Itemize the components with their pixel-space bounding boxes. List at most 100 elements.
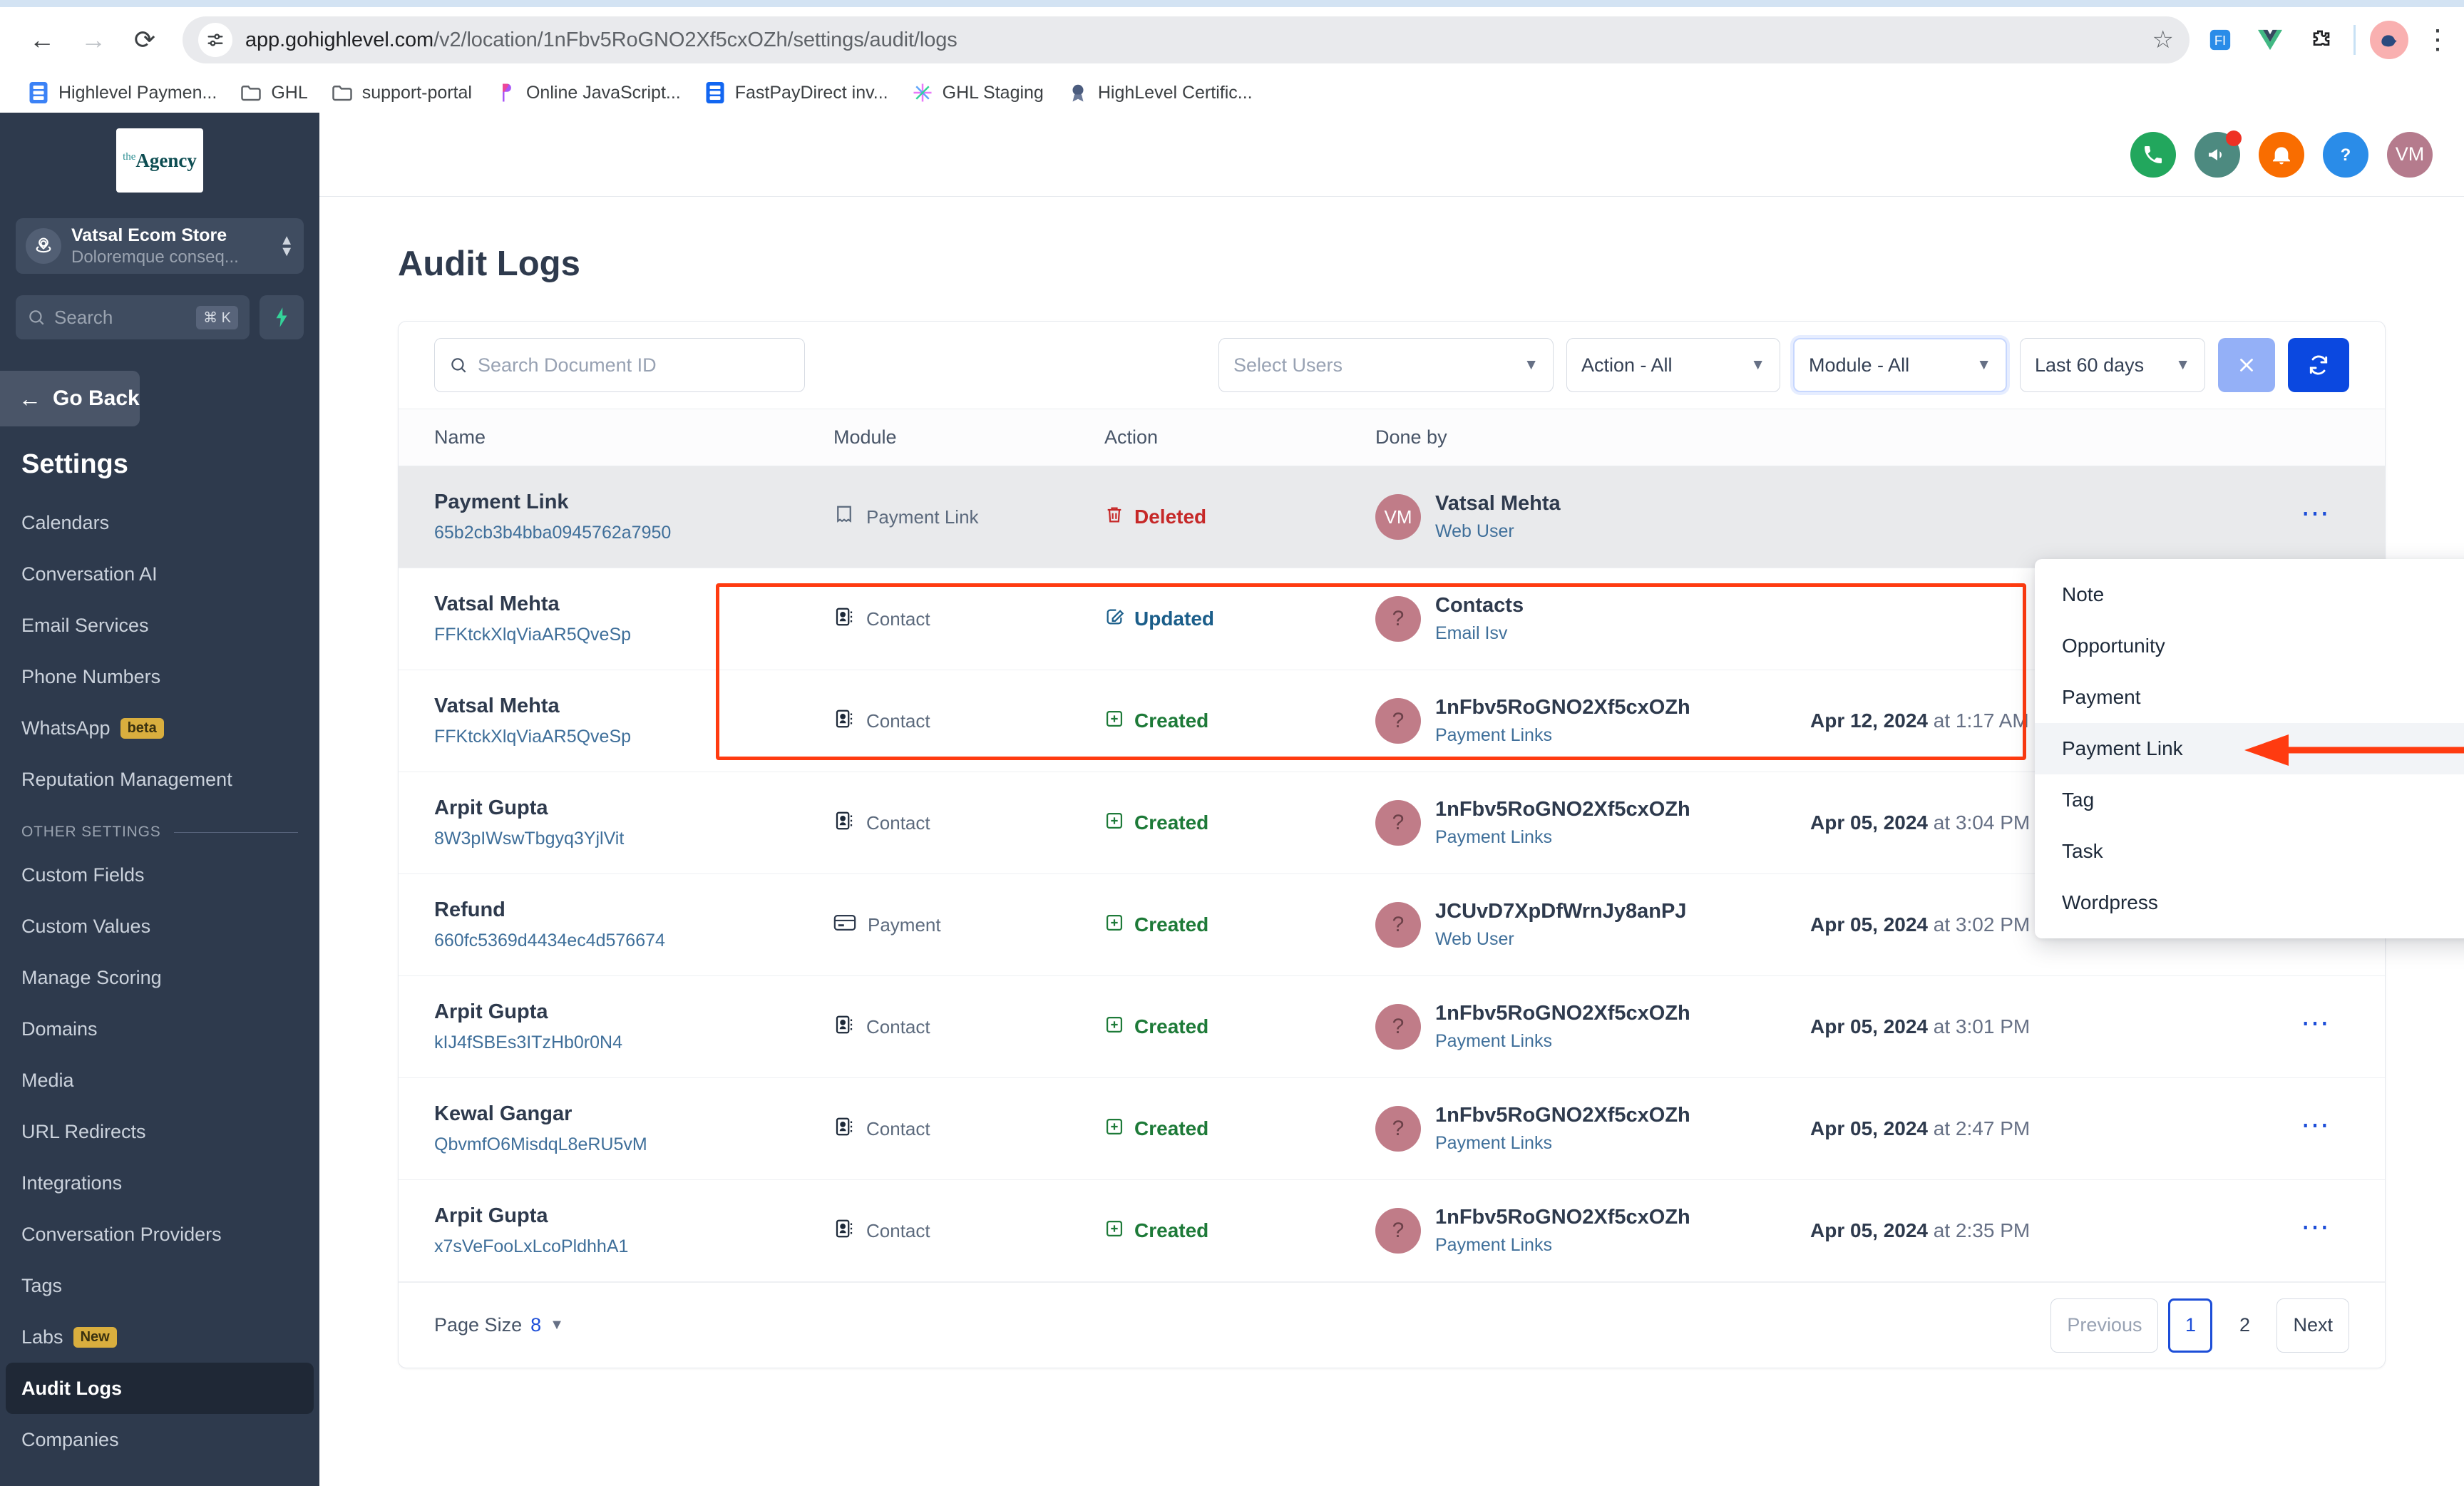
row-document-id[interactable]: FFKtckXlqViaAR5QveSp <box>434 727 833 747</box>
cell-module: Payment Link <box>833 466 1104 568</box>
chrome-profile-avatar[interactable] <box>2370 21 2408 59</box>
sidebar-item-calendars[interactable]: Calendars <box>0 497 319 548</box>
table-row[interactable]: Payment Link 65b2cb3b4bba0945762a7950 Paym… <box>399 466 2385 568</box>
figma-extension-icon[interactable]: FI <box>2201 21 2239 59</box>
previous-page-button[interactable]: Previous <box>2050 1298 2159 1353</box>
select-module-value: Module - All <box>1809 354 1910 376</box>
next-page-button[interactable]: Next <box>2276 1298 2349 1353</box>
sidebar-search-input[interactable]: Search ⌘ K <box>16 295 250 339</box>
table-row[interactable]: Arpit Gupta x7sVeFooLxLcoPldhhA1 Contact Cr… <box>399 1179 2385 1282</box>
page-number-2[interactable]: 2 <box>2222 1298 2267 1353</box>
search-document-id-input[interactable]: Search Document ID <box>434 338 805 392</box>
user-avatar[interactable]: VM <box>2387 131 2433 178</box>
bookmark-item[interactable]: HighLevel Certific... <box>1057 77 1263 108</box>
sidebar-item-manage-scoring[interactable]: Manage Scoring <box>0 952 319 1003</box>
bell-icon[interactable] <box>2259 131 2304 178</box>
help-icon[interactable]: ? <box>2323 131 2368 178</box>
row-document-id[interactable]: 65b2cb3b4bba0945762a7950 <box>434 523 833 543</box>
new-badge: New <box>73 1326 117 1348</box>
sidebar-item-conversation-ai[interactable]: Conversation AI <box>0 548 319 600</box>
sidebar-item-labs[interactable]: Labs New <box>0 1311 319 1363</box>
avatar: VM <box>1375 494 1421 540</box>
dropdown-option-task[interactable]: Task <box>2035 826 2464 877</box>
sidebar-item-url-redirects[interactable]: URL Redirects <box>0 1106 319 1157</box>
sidebar-item-companies[interactable]: Companies <box>0 1414 319 1465</box>
column-header-actions <box>2278 409 2385 466</box>
cell-module: Contact <box>833 975 1104 1078</box>
sidebar-item-domains[interactable]: Domains <box>0 1003 319 1055</box>
row-done-by-role: Payment Links <box>1435 1031 1552 1051</box>
bookmark-item[interactable]: GHL Staging <box>901 77 1054 108</box>
page-number-1[interactable]: 1 <box>2168 1298 2213 1353</box>
row-action-label: Created <box>1134 1219 1209 1241</box>
section-divider <box>173 831 298 833</box>
sidebar-item-email-services[interactable]: Email Services <box>0 600 319 651</box>
select-date-value: Last 60 days <box>2035 354 2145 376</box>
row-menu-icon[interactable]: ⋯ <box>2301 1008 2331 1039</box>
sidebar-item-conversation-providers[interactable]: Conversation Providers <box>0 1209 319 1260</box>
chevron-down-icon: ▼ <box>1750 357 1765 373</box>
extensions-puzzle-icon[interactable] <box>2301 21 2339 59</box>
dropdown-option-wordpress[interactable]: Wordpress <box>2035 877 2464 928</box>
cell-module: Contact <box>833 568 1104 670</box>
dropdown-option-tag[interactable]: Tag <box>2035 774 2464 826</box>
forward-arrow-icon[interactable]: → <box>70 16 117 63</box>
vue-extension-icon[interactable] <box>2251 21 2289 59</box>
sidebar-item-media[interactable]: Media <box>0 1055 319 1106</box>
reload-icon[interactable]: ⟳ <box>121 16 168 63</box>
refresh-button[interactable] <box>2288 338 2349 392</box>
page-size-selector[interactable]: Page Size 8 ▼ <box>434 1314 564 1336</box>
cell-name: Kewal Gangar QbvmfO6MisdqL8eRU5vM <box>399 1077 833 1180</box>
row-document-id[interactable]: x7sVeFooLxLcoPldhhA1 <box>434 1236 833 1257</box>
table-row[interactable]: Kewal Gangar QbvmfO6MisdqL8eRU5vM Contact C… <box>399 1077 2385 1180</box>
sidebar-item-integrations[interactable]: Integrations <box>0 1157 319 1209</box>
sidebar-item-custom-fields[interactable]: Custom Fields <box>0 849 319 901</box>
row-menu-icon[interactable]: ⋯ <box>2301 1110 2331 1141</box>
bookmark-item[interactable]: Online JavaScript... <box>485 77 691 108</box>
phone-icon[interactable] <box>2130 131 2176 178</box>
select-action-dropdown[interactable]: Action - All ▼ <box>1566 338 1780 392</box>
dropdown-option-note[interactable]: Note <box>2035 569 2464 620</box>
bookmark-item[interactable]: support-portal <box>321 77 482 108</box>
browser-menu-icon[interactable]: ⋮ <box>2424 26 2451 53</box>
toolbar-divider <box>2353 25 2356 55</box>
clear-filters-button[interactable] <box>2218 338 2275 392</box>
bookmark-item[interactable]: GHL <box>230 77 317 108</box>
row-done-by: JCUvD7XpDfWrnJy8anPJ <box>1435 900 1687 923</box>
sidebar-item-tags[interactable]: Tags <box>0 1260 319 1311</box>
row-document-id[interactable]: QbvmfO6MisdqL8eRU5vM <box>434 1134 833 1155</box>
bookmark-star-icon[interactable]: ☆ <box>2152 26 2174 54</box>
sidebar-item-whatsapp[interactable]: WhatsApp beta <box>0 702 319 754</box>
sidebar-item-custom-values[interactable]: Custom Values <box>0 901 319 952</box>
dropdown-option-opportunity[interactable]: Opportunity <box>2035 620 2464 672</box>
row-menu-icon[interactable]: ⋯ <box>2301 498 2331 529</box>
row-module-label: Contact <box>866 811 930 834</box>
row-name: Vatsal Mehta <box>434 695 560 717</box>
updated-icon <box>1104 607 1124 632</box>
dropdown-option-payment[interactable]: Payment <box>2035 672 2464 723</box>
site-settings-icon[interactable] <box>198 23 232 57</box>
bookmark-item[interactable]: Highlevel Paymen... <box>17 77 227 108</box>
row-document-id[interactable]: 660fc5369d4434ec4d576674 <box>434 931 833 951</box>
row-document-id[interactable]: 8W3pIWswTbgyq3YjlVit <box>434 829 833 849</box>
select-module-dropdown[interactable]: Module - All ▼ <box>1793 338 2007 392</box>
megaphone-icon[interactable] <box>2194 130 2242 178</box>
row-document-id[interactable]: FFKtckXlqViaAR5QveSp <box>434 625 833 645</box>
bookmark-item[interactable]: FastPayDirect inv... <box>694 77 898 108</box>
back-arrow-icon[interactable]: ← <box>19 16 66 63</box>
row-menu-icon[interactable]: ⋯ <box>2301 1211 2331 1243</box>
sidebar-item-phone-numbers[interactable]: Phone Numbers <box>0 651 319 702</box>
select-users-dropdown[interactable]: Select Users ▼ <box>1218 338 1554 392</box>
row-document-id[interactable]: kIJ4fSBEs3ITzHb0r0N4 <box>434 1032 833 1053</box>
table-row[interactable]: Arpit Gupta kIJ4fSBEs3ITzHb0r0N4 Contact Cr… <box>399 975 2385 1078</box>
search-placeholder: Search Document ID <box>478 354 657 376</box>
dropdown-option-payment-link[interactable]: Payment Link <box>2035 723 2464 774</box>
quick-actions-button[interactable] <box>260 295 304 339</box>
sidebar-item-audit-logs[interactable]: Audit Logs <box>6 1363 314 1414</box>
location-switcher[interactable]: Vatsal Ecom Store Doloremque conseq... ▲… <box>16 218 304 274</box>
chevron-down-icon: ▼ <box>550 1317 564 1333</box>
go-back-button[interactable]: ← Go Back <box>0 371 140 426</box>
sidebar-item-reputation-management[interactable]: Reputation Management <box>0 754 319 805</box>
address-bar[interactable]: app.gohighlevel.com/v2/location/1nFbv5Ro… <box>183 16 2190 63</box>
select-date-range-dropdown[interactable]: Last 60 days ▼ <box>2020 338 2205 392</box>
